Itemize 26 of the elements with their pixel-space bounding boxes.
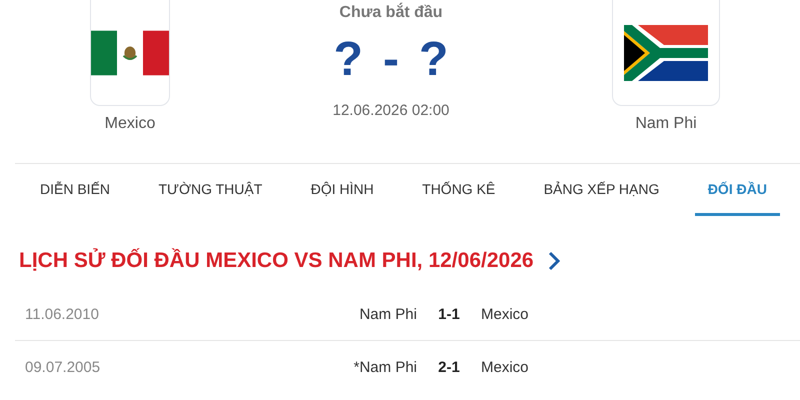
- match-date: 09.07.2005: [24, 358, 100, 376]
- flag-icon: [624, 24, 708, 80]
- match-status: Chưa bắt đầu: [339, 4, 443, 22]
- tab[interactable]: ĐỐI ĐẦU: [694, 164, 780, 216]
- tab[interactable]: DIỄN BIẾN: [27, 164, 124, 216]
- home-team: *Nam Phi: [354, 358, 417, 376]
- score: ?: [334, 36, 363, 84]
- tab[interactable]: BẢNG XẾP HẠNG: [530, 164, 672, 216]
- chevron-right-icon[interactable]: [548, 251, 560, 271]
- tab[interactable]: ĐỘI HÌNH: [298, 164, 387, 216]
- away-team: Mexico: [481, 306, 529, 322]
- tab[interactable]: THỐNG KÊ: [409, 164, 508, 216]
- team-name: Mexico: [104, 115, 156, 133]
- score-separator: -: [383, 36, 399, 84]
- section-title: LỊCH SỬ ĐỐI ĐẦU MEXICO VS NAM PHI, 12/06/2026: [19, 249, 534, 273]
- match-date: 11.06.2010: [24, 306, 99, 322]
- match-score: 2-1: [438, 358, 460, 376]
- match-score: 1-1: [438, 306, 460, 322]
- tab[interactable]: TƯỜNG THUẬT: [145, 164, 276, 216]
- flag-icon: [91, 28, 169, 76]
- team-name: Nam Phi: [635, 115, 697, 133]
- match-datetime: 12.06.2026 02:00: [332, 102, 450, 119]
- away-team: Mexico: [481, 358, 529, 376]
- score: ?: [418, 36, 448, 84]
- team-card[interactable]: [612, 0, 720, 106]
- home-team: Nam Phi: [359, 306, 417, 322]
